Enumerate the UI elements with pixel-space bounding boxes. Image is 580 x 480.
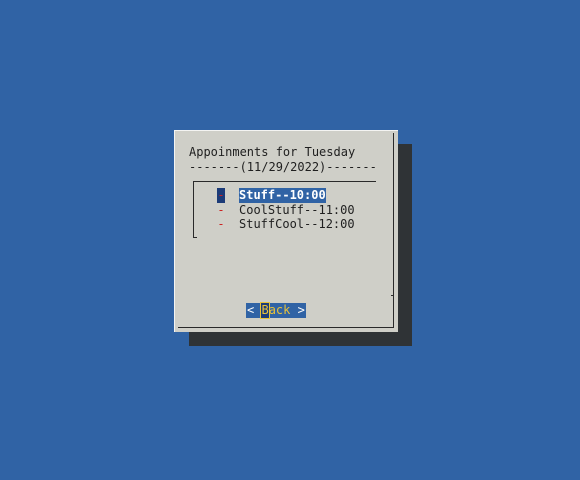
menu-border-left — [193, 181, 194, 238]
dialog-border-top — [174, 130, 398, 131]
dialog-date-line: -------(11/29/2022)------- — [189, 160, 377, 174]
menu-item-coolstuff[interactable]: - CoolStuff--11:00 — [217, 203, 355, 218]
back-button[interactable]: < Back > — [246, 302, 306, 319]
menu-item-stuffcool[interactable]: - StuffCool--12:00 — [217, 217, 355, 232]
menu-item-label: CoolStuff--11:00 — [239, 203, 355, 217]
menu-item-label: StuffCool--12:00 — [239, 217, 355, 231]
menu-item-tag: - — [217, 188, 225, 203]
menu-border-corner — [193, 237, 197, 238]
dialog-border-tick — [391, 295, 394, 296]
dialog-border-left — [174, 130, 175, 332]
menu-item-label: Stuff--10:00 — [239, 188, 326, 203]
menu-item-stuff[interactable]: - Stuff--10:00 — [217, 188, 326, 203]
back-button-hotkey: B — [260, 302, 270, 319]
dialog-border-right — [393, 133, 394, 327]
menu-item-tag: - — [217, 217, 225, 231]
back-button-label: ack — [268, 303, 291, 317]
menu-border-top — [193, 181, 376, 182]
dialog-title: Appoinments for Tuesday — [189, 145, 356, 159]
back-button-right-bracket: > — [297, 303, 305, 317]
back-button-left-bracket: < — [247, 303, 255, 317]
menu-item-tag: - — [217, 203, 225, 217]
dialog-border-bottom — [178, 327, 394, 328]
